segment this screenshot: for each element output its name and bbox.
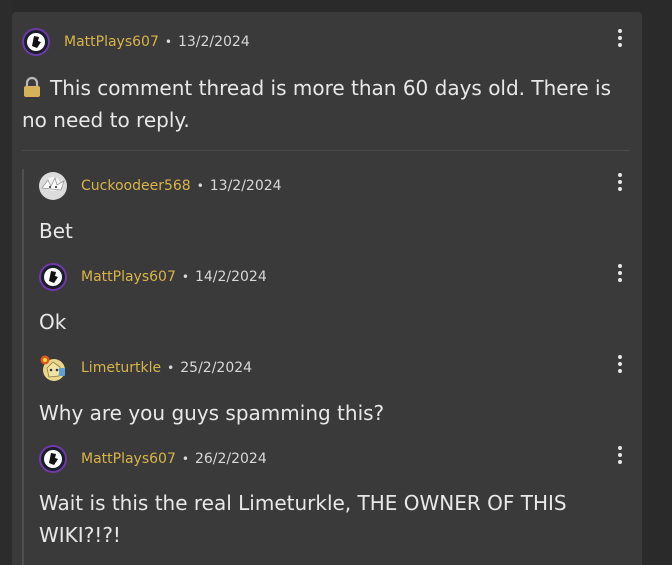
kebab-menu-icon[interactable] xyxy=(614,446,626,466)
kebab-menu-icon[interactable] xyxy=(614,173,626,193)
divider xyxy=(22,150,630,151)
separator-dot: • xyxy=(181,452,189,466)
kebab-menu-icon[interactable] xyxy=(614,264,626,284)
lock-icon xyxy=(22,75,42,97)
comment-body: This comment thread is more than 60 days… xyxy=(22,72,634,136)
separator-dot: • xyxy=(196,179,204,193)
comment-header: MattPlays607 • 13/2/2024 xyxy=(22,26,250,58)
reply-body: Why are you guys spamming this? xyxy=(39,401,385,425)
reply-author[interactable]: MattPlays607 xyxy=(81,269,176,285)
mattplays-avatar-icon[interactable] xyxy=(22,28,50,56)
comments-page: MattPlays607 • 13/2/2024 This comment th… xyxy=(0,0,672,565)
reply-author[interactable]: Cuckoodeer568 xyxy=(81,178,191,194)
comment-date: 13/2/2024 xyxy=(177,34,250,50)
reply-date: 26/2/2024 xyxy=(194,451,267,467)
kebab-menu-icon[interactable] xyxy=(614,355,626,375)
separator-dot: • xyxy=(181,270,189,284)
reply-author[interactable]: MattPlays607 xyxy=(81,451,176,467)
limeturtkle-avatar-icon[interactable] xyxy=(39,354,67,382)
kebab-menu-icon[interactable] xyxy=(614,29,626,49)
reply-body: Ok xyxy=(39,310,67,334)
left-gutter xyxy=(0,0,12,565)
reply-date: 14/2/2024 xyxy=(194,269,267,285)
separator-dot: • xyxy=(167,361,175,375)
reply-header: MattPlays607 • 14/2/2024 xyxy=(39,261,267,293)
reply-date: 13/2/2024 xyxy=(209,178,282,194)
reply-header: MattPlays607 • 26/2/2024 xyxy=(39,443,267,475)
comment-text: This comment thread is more than 60 days… xyxy=(22,76,612,132)
reply-indent-line xyxy=(22,169,24,565)
cuckoodeer-avatar-icon[interactable] xyxy=(39,172,67,200)
reply-header: Cuckoodeer568 • 13/2/2024 xyxy=(39,170,282,202)
reply-body: Bet xyxy=(39,219,73,243)
separator-dot: • xyxy=(164,35,172,49)
mattplays-avatar-icon[interactable] xyxy=(39,263,67,291)
reply-date: 25/2/2024 xyxy=(180,360,253,376)
reply-header: Limeturtkle • 25/2/2024 xyxy=(39,352,252,384)
mattplays-avatar-icon[interactable] xyxy=(39,445,67,473)
comment-author[interactable]: MattPlays607 xyxy=(64,34,159,50)
comment-thread: MattPlays607 • 13/2/2024 This comment th… xyxy=(12,12,642,565)
reply-author[interactable]: Limeturtkle xyxy=(81,360,161,376)
reply-body: Wait is this the real Limeturkle, THE OW… xyxy=(39,491,567,547)
